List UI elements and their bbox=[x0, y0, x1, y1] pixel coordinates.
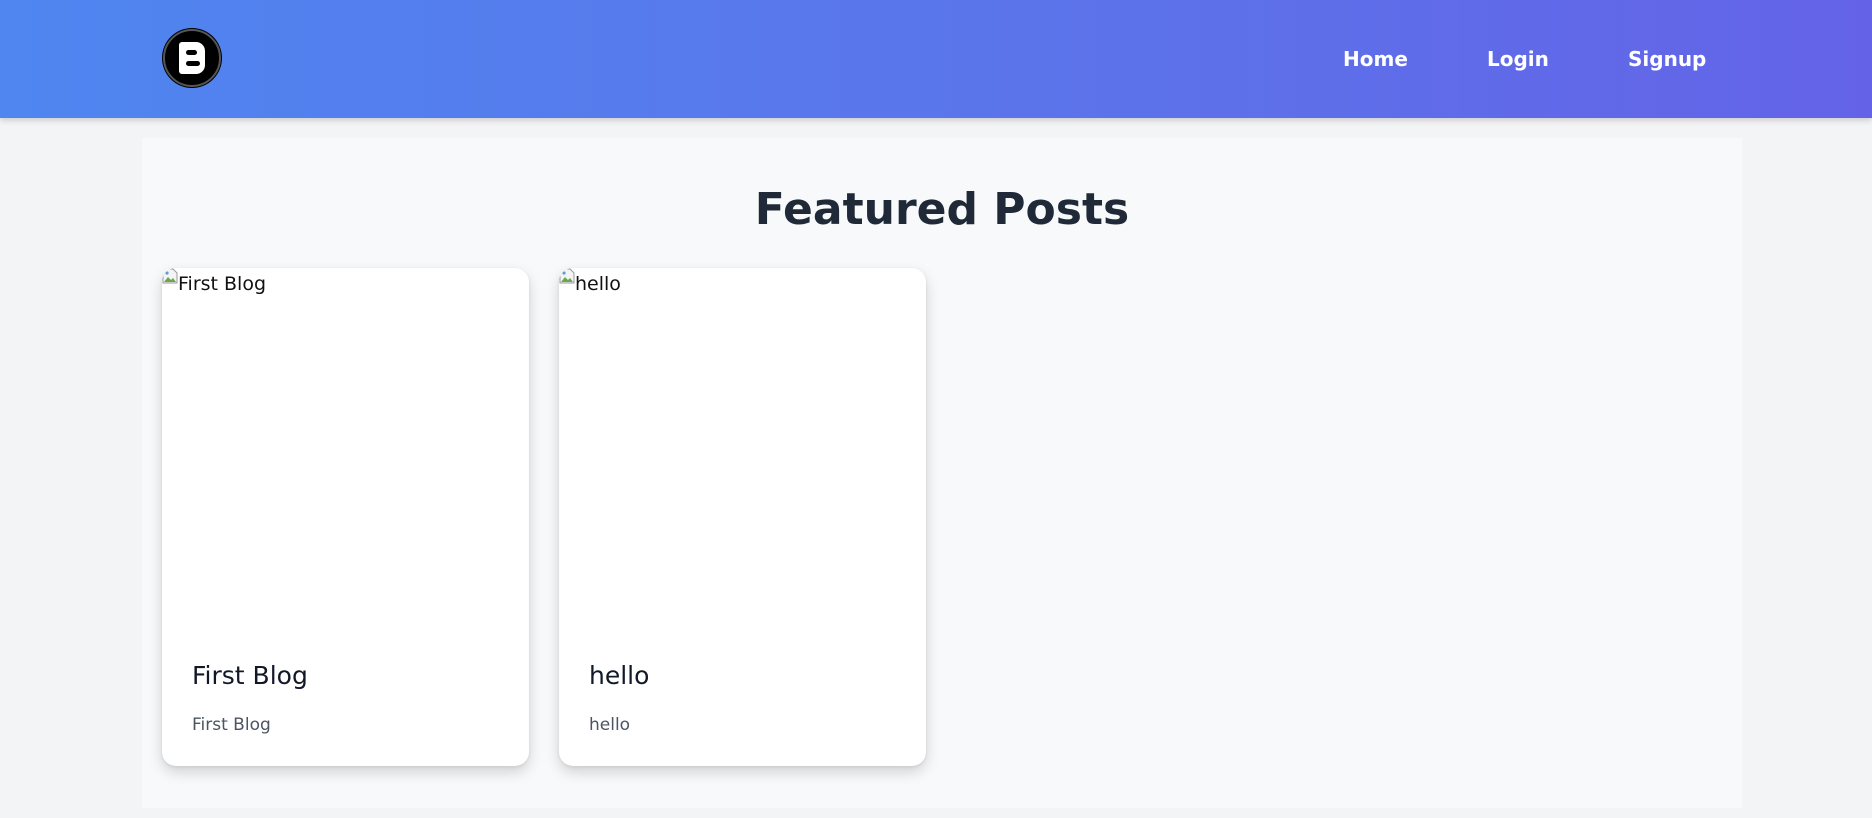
navbar: Home Login Signup bbox=[0, 0, 1872, 118]
featured-posts-section: Featured Posts First Blog First Blog Fir… bbox=[142, 138, 1742, 808]
post-card[interactable]: First Blog First Blog First Blog bbox=[162, 268, 529, 766]
post-title[interactable]: First Blog bbox=[192, 660, 308, 692]
broken-image-icon bbox=[559, 268, 575, 284]
post-image[interactable]: First Blog bbox=[162, 268, 529, 638]
post-excerpt: hello bbox=[589, 715, 631, 735]
post-image-alt-text: First Blog bbox=[178, 273, 267, 295]
post-image[interactable]: hello bbox=[559, 268, 926, 638]
post-title[interactable]: hello bbox=[589, 660, 649, 692]
nav-home-link[interactable]: Home bbox=[1343, 46, 1408, 72]
post-image-alt-text: hello bbox=[575, 273, 621, 295]
page-title: Featured Posts bbox=[754, 184, 1130, 235]
post-card[interactable]: hello hello hello bbox=[559, 268, 926, 766]
nav-login-link[interactable]: Login bbox=[1487, 46, 1549, 72]
post-excerpt: First Blog bbox=[192, 715, 271, 735]
nav-signup-link[interactable]: Signup bbox=[1628, 46, 1706, 72]
blogger-logo-icon[interactable] bbox=[162, 28, 222, 88]
broken-image-icon bbox=[162, 268, 178, 284]
